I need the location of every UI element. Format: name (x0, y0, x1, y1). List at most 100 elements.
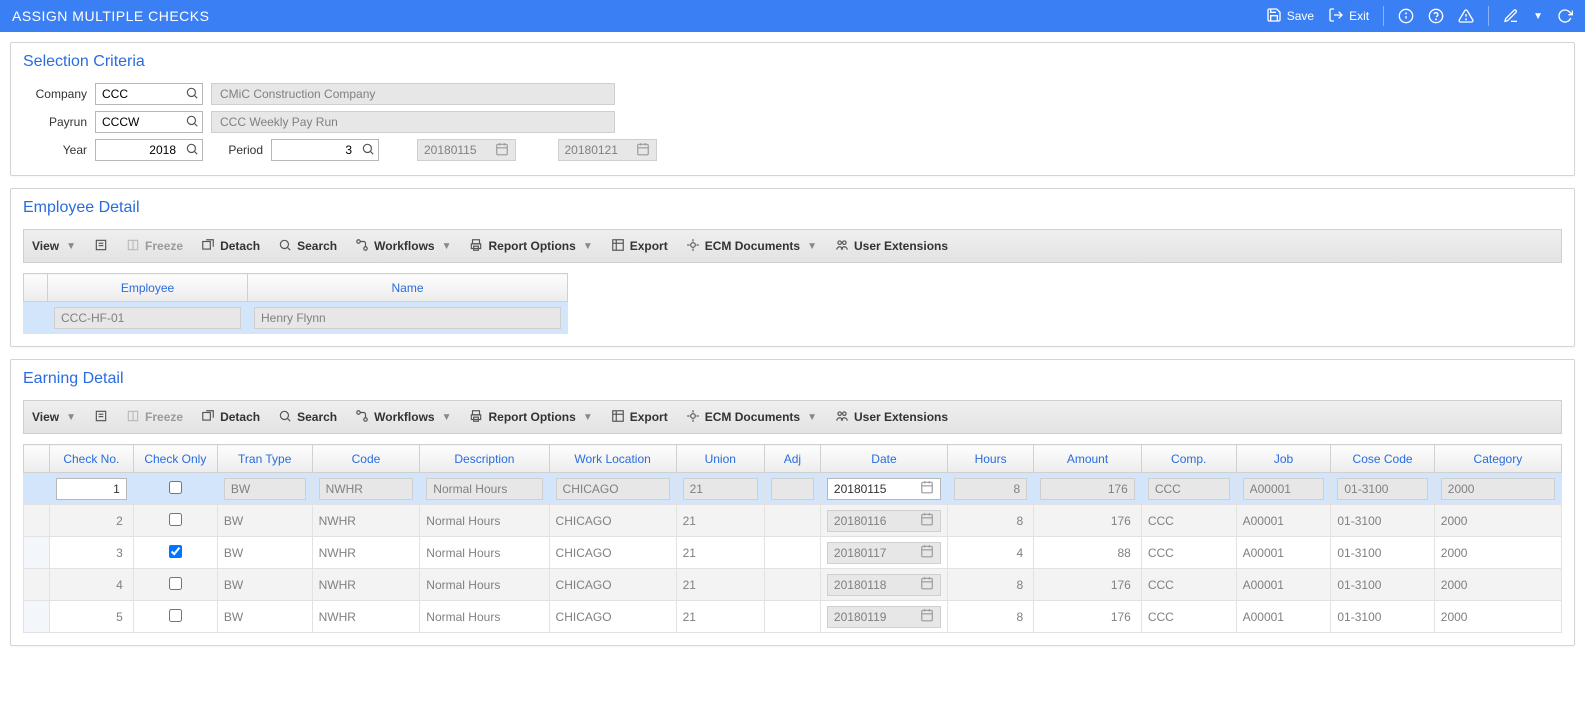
period-field[interactable] (272, 140, 358, 160)
cell-hours[interactable] (948, 473, 1034, 505)
year-input[interactable] (95, 139, 203, 161)
view-menu[interactable]: View▼ (32, 410, 76, 424)
workflows-menu[interactable]: Workflows▼ (355, 238, 451, 255)
refresh-icon[interactable] (1557, 8, 1573, 24)
search-icon[interactable] (182, 114, 202, 131)
cell-date[interactable]: 20180119 (820, 601, 947, 633)
col-name[interactable]: Name (248, 274, 568, 302)
description-field[interactable] (426, 478, 542, 500)
cell-adj[interactable] (764, 473, 820, 505)
search-button[interactable]: Search (278, 409, 337, 426)
cell-date[interactable]: 20180116 (820, 505, 947, 537)
cell-job[interactable] (1236, 473, 1331, 505)
payrun-field[interactable] (96, 112, 182, 132)
ecm-documents-menu[interactable]: ECM Documents▼ (686, 238, 817, 255)
adj-field[interactable] (771, 478, 814, 500)
form-letter-button[interactable] (94, 238, 108, 255)
calendar-icon[interactable] (920, 544, 934, 561)
calendar-icon[interactable] (920, 480, 934, 497)
col-tran-type[interactable]: Tran Type (217, 445, 312, 473)
table-row[interactable]: 3 BW NWHR Normal Hours CHICAGO 21 201801… (24, 537, 1562, 569)
category-field[interactable] (1441, 478, 1555, 500)
cell-comp[interactable] (1141, 473, 1236, 505)
freeze-button[interactable]: Freeze (126, 238, 183, 255)
cell-check-only[interactable] (133, 505, 217, 537)
search-button[interactable]: Search (278, 238, 337, 255)
company-field[interactable] (96, 84, 182, 104)
check-only-checkbox[interactable] (169, 513, 182, 526)
search-icon[interactable] (182, 142, 202, 159)
col-adj[interactable]: Adj (764, 445, 820, 473)
col-code[interactable]: Code (312, 445, 420, 473)
col-check-no[interactable]: Check No. (49, 445, 133, 473)
year-field[interactable] (96, 140, 182, 160)
cell-check-only[interactable] (133, 601, 217, 633)
check-only-checkbox[interactable] (169, 481, 182, 494)
info-icon[interactable] (1398, 8, 1414, 24)
workflows-menu[interactable]: Workflows▼ (355, 409, 451, 426)
calendar-icon[interactable] (920, 608, 934, 625)
check-no-field[interactable] (56, 478, 127, 500)
cell-amount[interactable] (1034, 473, 1142, 505)
table-row[interactable]: 5 BW NWHR Normal Hours CHICAGO 21 201801… (24, 601, 1562, 633)
edit-icon[interactable] (1503, 8, 1519, 24)
row-selector[interactable] (24, 537, 50, 569)
cell-code[interactable] (312, 473, 420, 505)
report-options-menu[interactable]: Report Options▼ (469, 409, 592, 426)
warning-icon[interactable] (1458, 8, 1474, 24)
cell-date[interactable]: 20180117 (820, 537, 947, 569)
tran-type-field[interactable] (224, 478, 306, 500)
table-row[interactable] (24, 302, 568, 334)
form-letter-button[interactable] (94, 409, 108, 426)
cell-check-only[interactable] (133, 569, 217, 601)
cell-check-no[interactable] (49, 473, 133, 505)
freeze-button[interactable]: Freeze (126, 409, 183, 426)
table-row[interactable]: 20180115 (24, 473, 1562, 505)
col-comp[interactable]: Comp. (1141, 445, 1236, 473)
cell-work-location[interactable] (549, 473, 676, 505)
col-employee[interactable]: Employee (48, 274, 248, 302)
check-only-checkbox[interactable] (169, 577, 182, 590)
report-options-menu[interactable]: Report Options▼ (469, 238, 592, 255)
col-union[interactable]: Union (676, 445, 764, 473)
col-description[interactable]: Description (420, 445, 549, 473)
user-extensions-button[interactable]: User Extensions (835, 238, 948, 255)
view-menu[interactable]: View▼ (32, 239, 76, 253)
check-only-checkbox[interactable] (169, 609, 182, 622)
amount-field[interactable] (1040, 478, 1135, 500)
table-row[interactable]: 2 BW NWHR Normal Hours CHICAGO 21 201801… (24, 505, 1562, 537)
user-extensions-button[interactable]: User Extensions (835, 409, 948, 426)
name-field[interactable] (254, 307, 561, 329)
col-hours[interactable]: Hours (948, 445, 1034, 473)
row-selector[interactable] (24, 601, 50, 633)
detach-button[interactable]: Detach (201, 409, 260, 426)
cell-tran-type[interactable] (217, 473, 312, 505)
job-field[interactable] (1243, 478, 1325, 500)
exit-button[interactable]: Exit (1328, 7, 1369, 26)
cell-category[interactable] (1434, 473, 1561, 505)
search-icon[interactable] (358, 142, 378, 159)
cell-name[interactable] (248, 302, 568, 334)
row-selector[interactable] (24, 505, 50, 537)
chevron-down-icon[interactable]: ▼ (1533, 11, 1543, 22)
col-amount[interactable]: Amount (1034, 445, 1142, 473)
table-row[interactable]: 4 BW NWHR Normal Hours CHICAGO 21 201801… (24, 569, 1562, 601)
col-category[interactable]: Category (1434, 445, 1561, 473)
code-field[interactable] (319, 478, 414, 500)
detach-button[interactable]: Detach (201, 238, 260, 255)
col-check-only[interactable]: Check Only (133, 445, 217, 473)
export-button[interactable]: Export (611, 409, 668, 426)
cell-check-only[interactable] (133, 473, 217, 505)
cell-description[interactable] (420, 473, 549, 505)
company-input[interactable] (95, 83, 203, 105)
cell-union[interactable] (676, 473, 764, 505)
payrun-input[interactable] (95, 111, 203, 133)
col-work-location[interactable]: Work Location (549, 445, 676, 473)
cell-check-only[interactable] (133, 537, 217, 569)
calendar-icon[interactable] (920, 512, 934, 529)
col-cose-code[interactable]: Cose Code (1331, 445, 1434, 473)
work-location-field[interactable] (556, 478, 670, 500)
row-selector[interactable] (24, 302, 48, 334)
row-selector[interactable] (24, 569, 50, 601)
search-icon[interactable] (182, 86, 202, 103)
